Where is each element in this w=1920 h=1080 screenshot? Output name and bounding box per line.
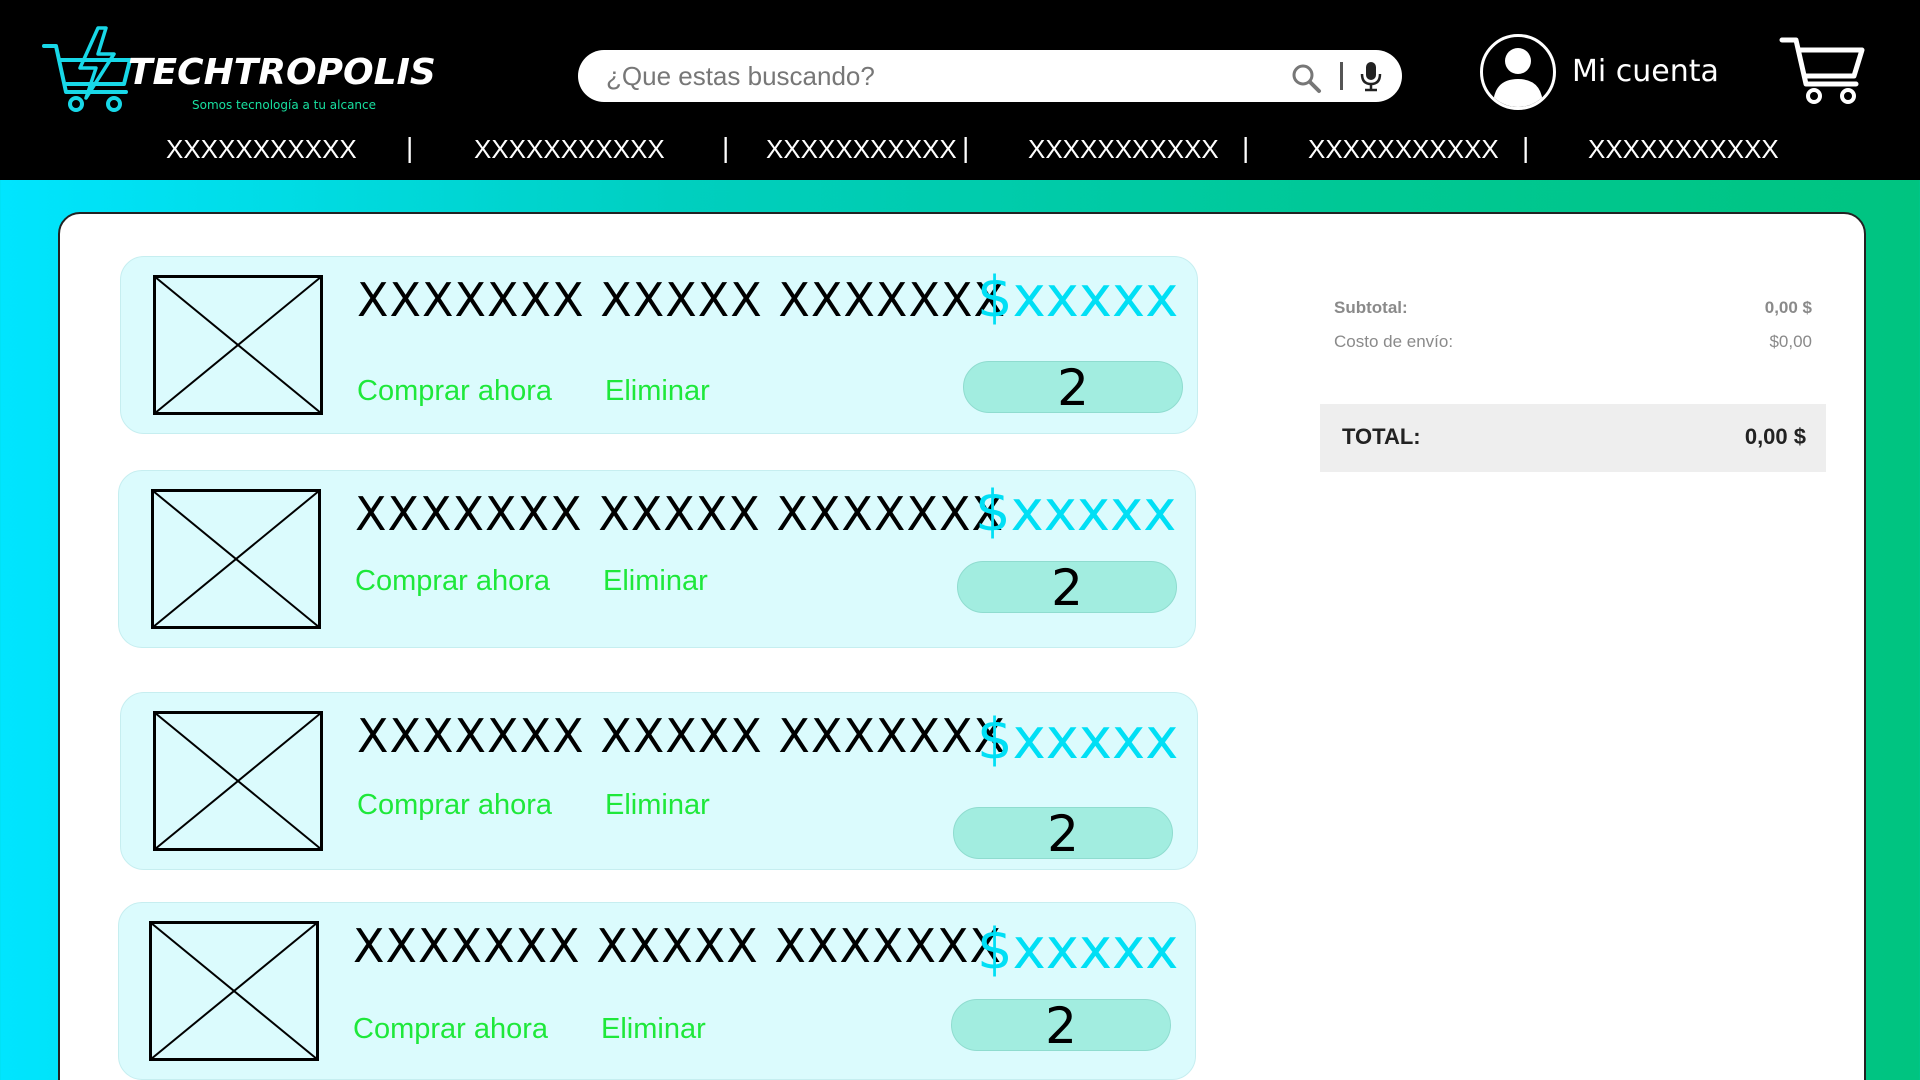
cart-item: XXXXXXX XXXXX XXXXXXX $xxxxx Comprar aho… xyxy=(120,256,1198,434)
quantity-stepper[interactable]: 2 xyxy=(957,561,1177,614)
image-placeholder-icon xyxy=(149,921,319,1061)
item-price: $xxxxx xyxy=(977,707,1179,772)
cart-panel: XXXXXXX XXXXX XXXXXXX $xxxxx Comprar aho… xyxy=(58,212,1866,1080)
delete-link[interactable]: Eliminar xyxy=(603,565,708,598)
buy-now-link[interactable]: Comprar ahora xyxy=(355,565,550,598)
nav-separator: | xyxy=(1522,132,1530,163)
item-title: XXXXXXX XXXXX XXXXXXX xyxy=(353,919,1002,973)
search-bar xyxy=(578,50,1402,102)
cart-icon[interactable] xyxy=(1778,34,1866,106)
search-input[interactable] xyxy=(606,58,1246,94)
image-placeholder-icon xyxy=(153,711,323,851)
user-avatar-icon xyxy=(1480,34,1556,110)
buy-now-link[interactable]: Comprar ahora xyxy=(357,375,552,408)
cart-item: XXXXXXX XXXXX XXXXXXX $xxxxx Comprar aho… xyxy=(118,470,1196,648)
search-icon[interactable] xyxy=(1290,62,1322,94)
quantity-stepper[interactable]: 2 xyxy=(951,999,1171,1052)
nav-separator: | xyxy=(962,132,970,163)
cart-item: XXXXXXX XXXXX XXXXXXX $xxxxx Comprar aho… xyxy=(118,902,1196,1080)
brand-logo[interactable]: TECHTROPOLIS Somos tecnología a tu alcan… xyxy=(40,24,440,114)
shipping-row: Costo de envío: $0,00 xyxy=(1334,332,1812,356)
buy-now-link[interactable]: Comprar ahora xyxy=(357,789,552,822)
shipping-label: Costo de envío: xyxy=(1334,332,1454,351)
nav-separator: | xyxy=(722,132,730,163)
delete-link[interactable]: Eliminar xyxy=(601,1013,706,1046)
delete-link[interactable]: Eliminar xyxy=(605,375,710,408)
delete-link[interactable]: Eliminar xyxy=(605,789,710,822)
brand-name: TECHTROPOLIS xyxy=(128,52,436,93)
total-row: TOTAL: 0,00 $ xyxy=(1320,404,1826,472)
subtotal-row: Subtotal: 0,00 $ xyxy=(1334,298,1812,322)
nav-item-4[interactable]: XXXXXXXXXXX xyxy=(1028,134,1219,165)
order-summary: Subtotal: 0,00 $ Costo de envío: $0,00 T… xyxy=(1320,294,1826,474)
nav-item-5[interactable]: XXXXXXXXXXX xyxy=(1308,134,1499,165)
total-value: 0,00 $ xyxy=(1744,424,1806,449)
nav-item-3[interactable]: XXXXXXXXXXX xyxy=(766,134,957,165)
subtotal-value: 0,00 $ xyxy=(1764,298,1812,317)
item-title: XXXXXXX XXXXX XXXXXXX xyxy=(357,709,1006,763)
item-price: $xxxxx xyxy=(977,917,1179,982)
main-nav: XXXXXXXXXXX | XXXXXXXXXXX | XXXXXXXXXXX … xyxy=(0,130,1920,170)
image-placeholder-icon xyxy=(153,275,323,415)
mic-icon[interactable] xyxy=(1358,60,1384,92)
cart-item: XXXXXXX XXXXX XXXXXXX $xxxxx Comprar aho… xyxy=(120,692,1198,870)
nav-separator: | xyxy=(1242,132,1250,163)
site-header: TECHTROPOLIS Somos tecnología a tu alcan… xyxy=(0,0,1920,180)
shipping-value: $0,00 xyxy=(1769,332,1812,351)
nav-separator: | xyxy=(406,132,414,163)
item-price: $xxxxx xyxy=(977,265,1179,330)
account-label: Mi cuenta xyxy=(1572,54,1719,89)
buy-now-link[interactable]: Comprar ahora xyxy=(353,1013,548,1046)
account-menu[interactable]: Mi cuenta xyxy=(1480,34,1740,110)
image-placeholder-icon xyxy=(151,489,321,629)
nav-item-2[interactable]: XXXXXXXXXXX xyxy=(474,134,665,165)
search-divider xyxy=(1340,62,1343,90)
subtotal-label: Subtotal: xyxy=(1334,298,1408,317)
cart-bolt-logo-icon xyxy=(42,26,132,112)
total-label: TOTAL: xyxy=(1342,424,1421,449)
quantity-stepper[interactable]: 2 xyxy=(953,807,1173,860)
nav-item-6[interactable]: XXXXXXXXXXX xyxy=(1588,134,1779,165)
brand-tagline: Somos tecnología a tu alcance xyxy=(192,98,377,112)
item-title: XXXXXXX XXXXX XXXXXXX xyxy=(357,273,1006,327)
item-title: XXXXXXX XXXXX XXXXXXX xyxy=(355,487,1004,541)
quantity-stepper[interactable]: 2 xyxy=(963,361,1183,414)
nav-item-1[interactable]: XXXXXXXXXXX xyxy=(166,134,357,165)
item-price: $xxxxx xyxy=(975,479,1177,544)
